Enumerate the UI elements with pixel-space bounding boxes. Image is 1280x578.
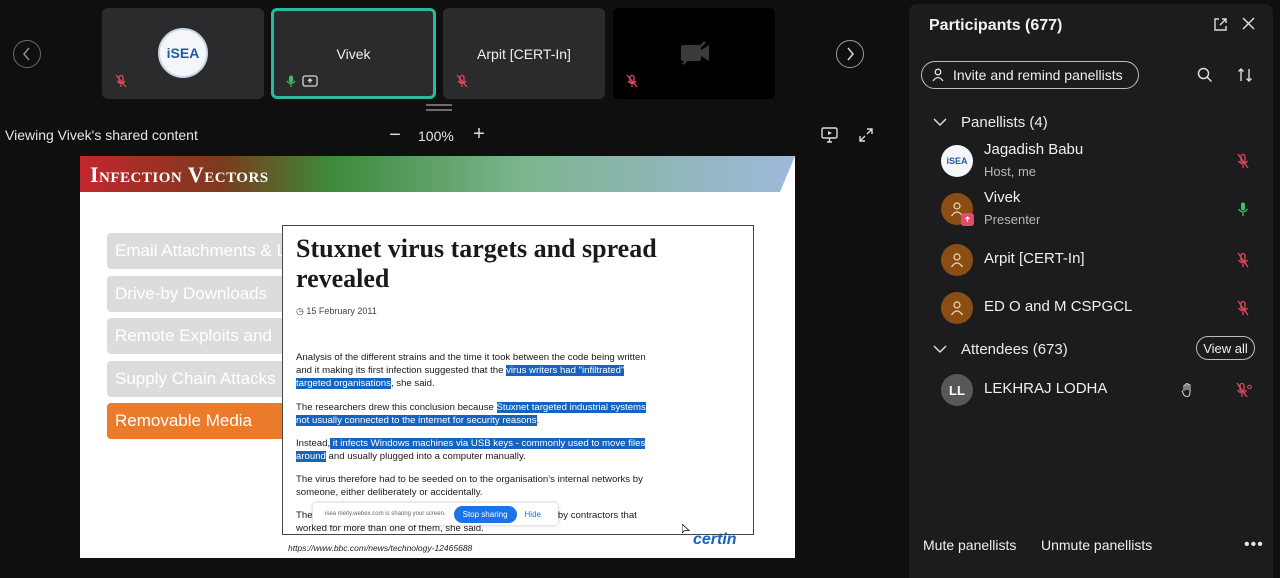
participant-row[interactable]: Arpit [CERT-In] bbox=[941, 240, 1261, 280]
article-paragraph-1: Analysis of the different strains and th… bbox=[296, 351, 661, 390]
hide-notice-link: Hide bbox=[524, 509, 541, 519]
screen-sharing-notice: isea meity.webex.com is sharing your scr… bbox=[313, 503, 558, 525]
zoom-out-button[interactable]: − bbox=[386, 124, 404, 147]
panellists-header: Panellists (4) bbox=[961, 114, 1048, 131]
attendees-header: Attendees (673) bbox=[961, 341, 1068, 358]
next-page-button[interactable] bbox=[836, 40, 864, 68]
article-paragraph-4: The virus therefore had to be seeded on … bbox=[296, 474, 643, 498]
attendee-row[interactable]: LL LEKHRAJ LODHA bbox=[941, 370, 1261, 410]
presenter-share-icon bbox=[961, 213, 974, 226]
avatar bbox=[941, 244, 973, 276]
more-options-icon[interactable]: ••• bbox=[1244, 536, 1264, 554]
mute-panellists-button[interactable]: Mute panellists bbox=[923, 537, 1016, 553]
chevron-left-icon bbox=[22, 47, 30, 61]
fullscreen-icon[interactable] bbox=[858, 127, 876, 143]
mic-muted-icon[interactable] bbox=[1236, 300, 1250, 321]
video-tile-camera-off[interactable] bbox=[613, 8, 775, 99]
participant-name: Jagadish Babu bbox=[984, 141, 1084, 158]
invite-remind-panellists-button[interactable]: Invite and remind panellists bbox=[921, 61, 1139, 89]
vector-remote-exploits: Remote Exploits and bbox=[107, 318, 287, 354]
isea-logo: iSEA bbox=[158, 28, 208, 78]
avatar: iSEA bbox=[941, 145, 973, 177]
close-icon[interactable] bbox=[1241, 16, 1256, 36]
text: Instead, bbox=[296, 438, 331, 449]
avatar bbox=[941, 292, 973, 324]
zoom-level[interactable]: 100% bbox=[418, 128, 454, 144]
screen-share-icon bbox=[302, 74, 318, 93]
webex-meeting-window: iSEA Vivek Arpit [CERT-In] Viewing Vivek… bbox=[0, 0, 1280, 578]
mic-muted-icon bbox=[455, 74, 469, 93]
invite-label: Invite and remind panellists bbox=[953, 67, 1123, 83]
slide-title: Infection Vectors bbox=[90, 162, 269, 187]
annotate-screen-icon[interactable] bbox=[821, 127, 839, 143]
chevron-down-icon bbox=[933, 118, 947, 127]
participant-row[interactable]: ED O and M CSPGCL bbox=[941, 288, 1261, 328]
shared-slide: Infection Vectors Email Attachments & Li… bbox=[80, 156, 795, 558]
participant-row[interactable]: Vivek Presenter bbox=[941, 189, 1261, 229]
text: and usually plugged into a computer manu… bbox=[325, 451, 526, 462]
invite-person-icon bbox=[932, 68, 944, 82]
article-date-text: 15 February 2011 bbox=[306, 306, 377, 316]
video-tile-arpit[interactable]: Arpit [CERT-In] bbox=[443, 8, 605, 99]
text: , she said. bbox=[390, 378, 435, 389]
news-article-screenshot: Stuxnet virus targets and spread reveale… bbox=[282, 225, 754, 535]
participant-name: Arpit [CERT-In] bbox=[984, 250, 1085, 267]
mic-muted-icon[interactable] bbox=[1236, 153, 1250, 174]
chevron-right-icon bbox=[847, 47, 855, 61]
source-url: https://www.bbc.com/news/technology-1246… bbox=[288, 543, 473, 553]
vector-supply-chain: Supply Chain Attacks bbox=[107, 361, 287, 397]
pop-out-icon[interactable] bbox=[1213, 17, 1228, 37]
text: . bbox=[536, 415, 540, 426]
zoom-in-button[interactable]: + bbox=[470, 123, 488, 146]
participant-name: Vivek bbox=[984, 189, 1021, 206]
article-paragraph-3: Instead, it infects Windows machines via… bbox=[296, 437, 661, 463]
resize-handle[interactable] bbox=[426, 104, 452, 111]
video-off-icon bbox=[679, 40, 711, 71]
article-paragraph-2: The researchers drew this conclusion bec… bbox=[296, 401, 661, 427]
person-icon bbox=[951, 301, 963, 316]
mic-active-icon bbox=[284, 74, 298, 93]
mic-muted-icon bbox=[625, 74, 639, 93]
vector-drive-by-downloads: Drive-by Downloads bbox=[107, 276, 287, 312]
raise-hand-icon[interactable] bbox=[1181, 382, 1193, 403]
article-date: ◷ 15 February 2011 bbox=[296, 306, 377, 317]
mic-muted-icon[interactable] bbox=[1236, 382, 1252, 403]
mouse-cursor-icon bbox=[682, 524, 690, 534]
participants-panel: Participants (677) Invite and remind pan… bbox=[909, 4, 1273, 578]
attendees-section-toggle[interactable]: Attendees (673) bbox=[933, 341, 1068, 358]
viewing-shared-content-label: Viewing Vivek's shared content bbox=[5, 127, 198, 143]
sharing-notice-text: isea meity.webex.com is sharing your scr… bbox=[325, 511, 446, 517]
participant-row[interactable]: iSEA Jagadish Babu Host, me bbox=[941, 141, 1261, 181]
text: The researchers drew this conclusion bec… bbox=[296, 402, 497, 413]
panellists-section-toggle[interactable]: Panellists (4) bbox=[933, 114, 1048, 131]
mic-muted-icon bbox=[114, 74, 128, 93]
chevron-down-icon bbox=[933, 345, 947, 354]
video-tile-vivek[interactable]: Vivek bbox=[271, 8, 436, 99]
vector-email-attachments: Email Attachments & Links bbox=[107, 233, 287, 269]
participant-role: Presenter bbox=[984, 212, 1041, 227]
clock-icon: ◷ bbox=[296, 306, 304, 316]
article-headline: Stuxnet virus targets and spread reveale… bbox=[296, 234, 657, 293]
vector-removable-media: Removable Media bbox=[107, 403, 287, 439]
person-icon bbox=[951, 253, 963, 268]
mic-muted-icon[interactable] bbox=[1236, 252, 1250, 273]
mic-active-icon[interactable] bbox=[1236, 201, 1250, 222]
previous-page-button[interactable] bbox=[13, 40, 41, 68]
video-tile-isea[interactable]: iSEA bbox=[102, 8, 264, 99]
participant-name: ED O and M CSPGCL bbox=[984, 298, 1133, 315]
participant-name: LEKHRAJ LODHA bbox=[984, 380, 1108, 397]
cert-in-logo: certin bbox=[693, 531, 737, 548]
search-icon[interactable] bbox=[1197, 67, 1213, 88]
stop-sharing-button: Stop sharing bbox=[453, 505, 517, 523]
avatar: LL bbox=[941, 374, 973, 406]
sort-icon[interactable] bbox=[1237, 67, 1253, 88]
unmute-panellists-button[interactable]: Unmute panellists bbox=[1041, 537, 1152, 553]
participants-title: Participants (677) bbox=[929, 17, 1063, 34]
participant-role: Host, me bbox=[984, 164, 1037, 179]
view-all-button[interactable]: View all bbox=[1196, 336, 1255, 360]
